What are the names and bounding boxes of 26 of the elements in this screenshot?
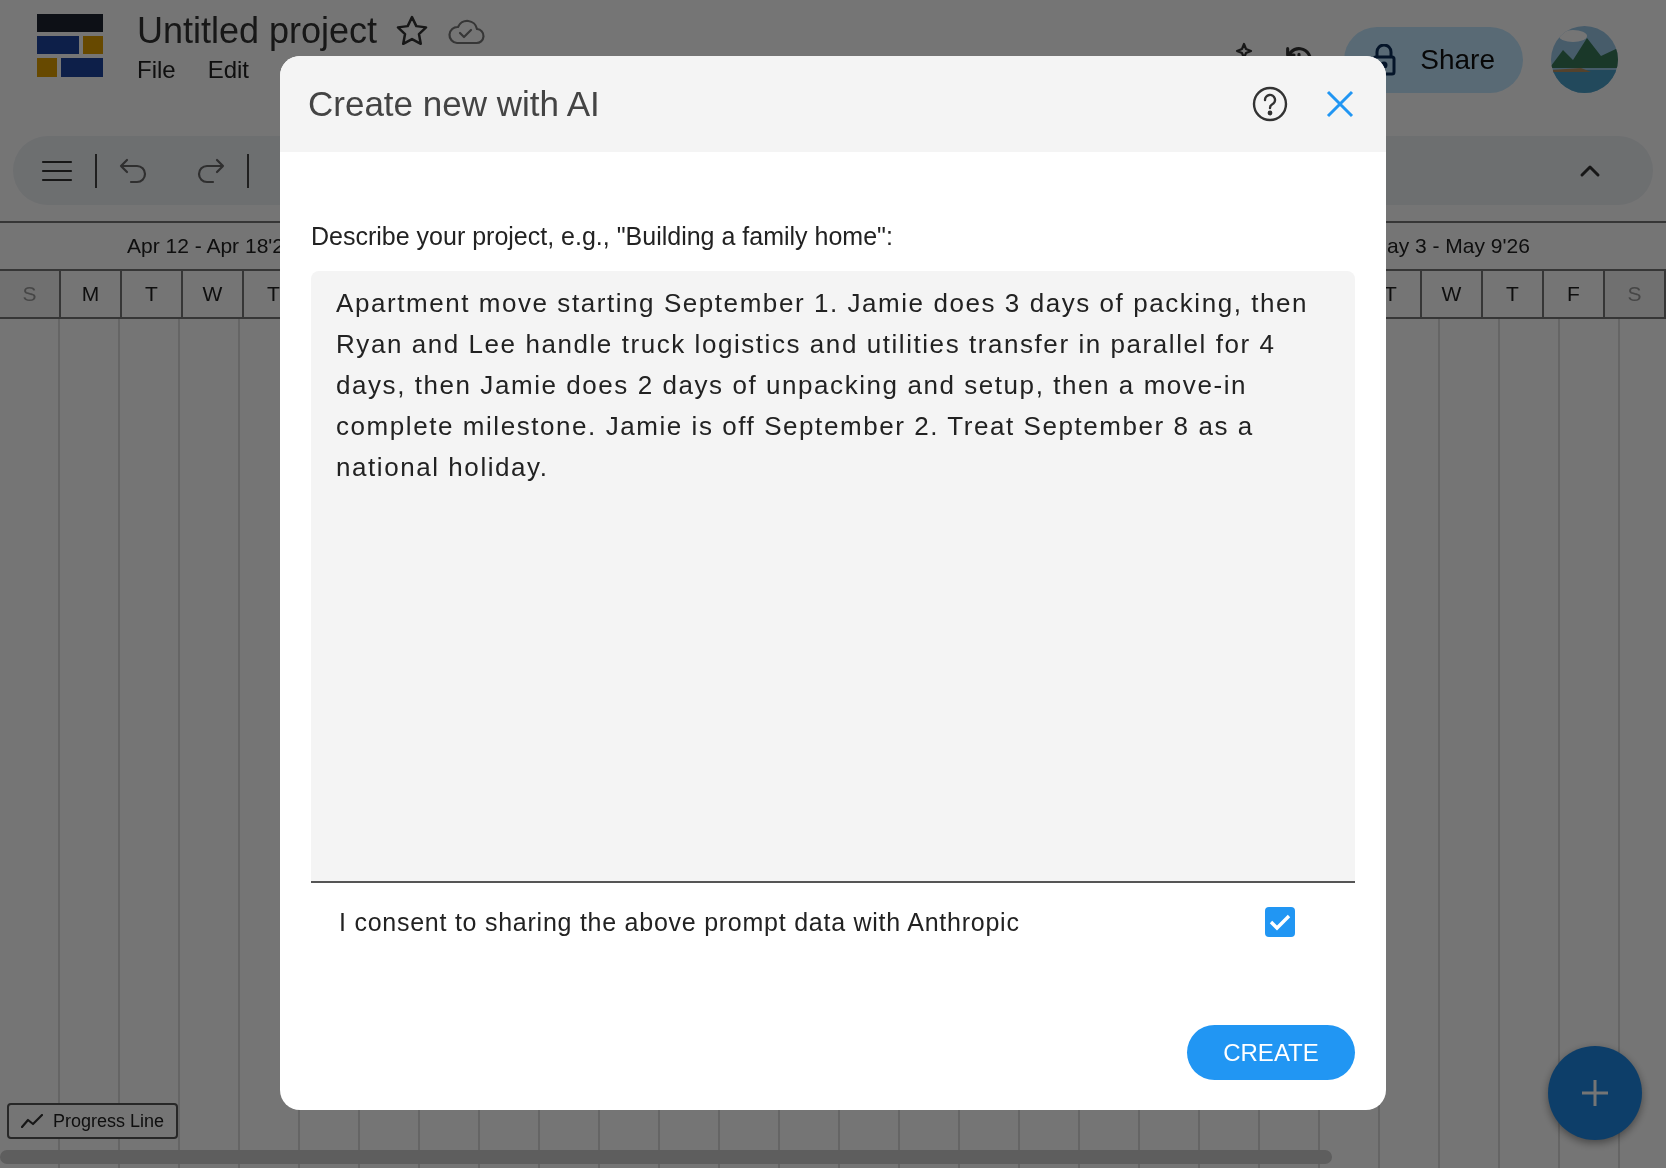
menu-item[interactable]: File <box>137 56 176 84</box>
menu-icon[interactable] <box>41 158 73 183</box>
undo-icon[interactable] <box>119 157 149 184</box>
prompt-field[interactable]: Apartment move starting September 1. Jamie does 3 days of packing, then Ryan and Lee handle truck logistics and utilities transfer in parallel for 4 days, then Jamie does 2 days of unpacking and setup, then a move-in complete milestone. Jamie is off September 2. Treat September 8 as a national holiday. <box>311 271 1355 883</box>
progress-line-button[interactable]: Progress Line <box>7 1103 179 1139</box>
redo-icon[interactable] <box>195 157 225 184</box>
project-title[interactable]: Untitled project <box>137 10 378 52</box>
menu-item[interactable]: Edit <box>207 56 250 84</box>
day-header: T <box>1483 271 1544 319</box>
collapse-icon[interactable] <box>1579 163 1601 178</box>
add-button[interactable] <box>1548 1046 1642 1140</box>
trend-line-icon <box>21 1114 43 1128</box>
consent-checkbox[interactable] <box>1265 907 1295 937</box>
day-header: W <box>183 271 244 319</box>
consent-label: I consent to sharing the above prompt data with Anthropic <box>339 907 1020 937</box>
day-header: W <box>1422 271 1483 319</box>
day-header: F <box>1544 271 1605 319</box>
prompt-label: Describe your project, e.g., "Building a family home": <box>311 222 894 251</box>
create-button[interactable]: CREATE <box>1187 1025 1355 1080</box>
plus-icon <box>1580 1078 1610 1108</box>
dialog-title: Create new with AI <box>308 84 600 124</box>
cloud-check-icon <box>447 17 486 45</box>
logo-icon <box>37 14 103 77</box>
day-header: T <box>122 271 183 319</box>
star-icon[interactable] <box>395 15 430 47</box>
day-header: M <box>61 271 122 319</box>
